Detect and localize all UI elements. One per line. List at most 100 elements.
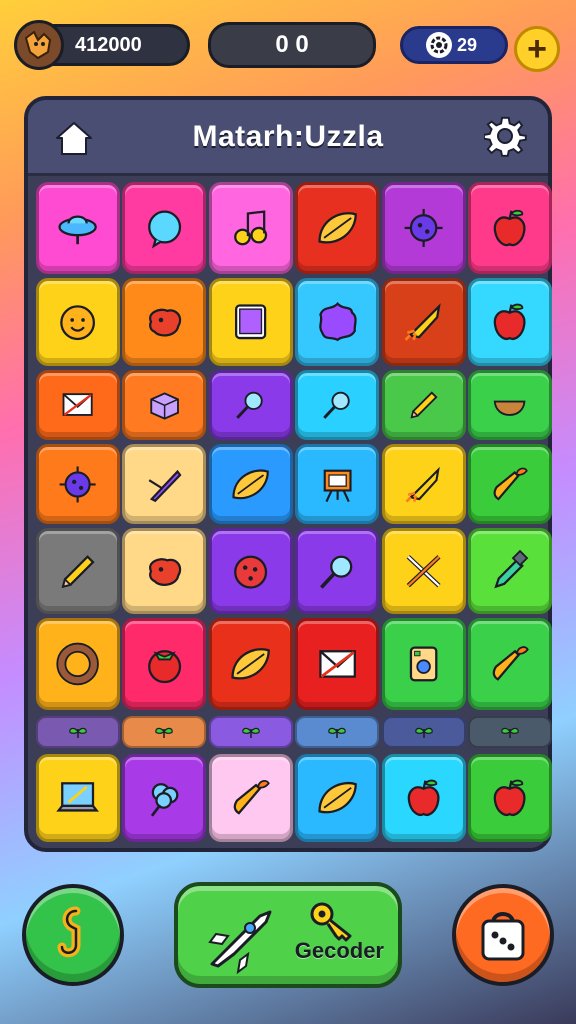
tile-apple[interactable] (468, 754, 552, 842)
game-title: Matarh:Uzzla (192, 120, 384, 153)
gear-icon (483, 116, 527, 157)
add-currency-button[interactable]: + (514, 26, 560, 72)
bubble-icon (147, 210, 181, 249)
apple-icon (494, 303, 526, 341)
envelope-icon (62, 393, 94, 417)
tile-carrot[interactable] (468, 618, 552, 710)
tile-tablet[interactable] (208, 278, 293, 366)
carrot-icon (493, 646, 530, 681)
tile-tomato[interactable] (122, 618, 207, 710)
tile-splat[interactable] (295, 278, 380, 366)
tile-blob[interactable] (122, 278, 207, 366)
strip-tile[interactable] (36, 716, 120, 748)
tile-apple[interactable] (381, 754, 466, 842)
leaf-icon (317, 212, 357, 244)
tile-music-note[interactable] (208, 182, 293, 274)
tile-donut[interactable] (36, 618, 120, 710)
tile-magnifier[interactable] (208, 370, 293, 440)
tile-rocket[interactable] (381, 444, 466, 524)
tile-bubble[interactable] (122, 182, 207, 274)
top-hud: 412000 0 0 29 + (0, 20, 576, 72)
gems-value: 29 (457, 34, 478, 55)
tile-bowl[interactable] (468, 370, 552, 440)
settings-button[interactable] (483, 116, 528, 160)
tile-apple[interactable] (468, 278, 552, 366)
music-note-icon (234, 210, 268, 246)
coins-value: 412000 (75, 33, 142, 56)
tile-smiley[interactable] (36, 278, 120, 366)
plus-label: + (527, 30, 547, 68)
tile-blob[interactable] (122, 528, 207, 614)
tile-knife[interactable] (122, 444, 207, 524)
tile-virus[interactable] (381, 182, 466, 274)
tile-ufo[interactable] (36, 182, 120, 274)
tile-easel[interactable] (295, 444, 380, 524)
strip-tile[interactable] (122, 716, 207, 748)
easel-icon (323, 469, 352, 502)
knife-icon (148, 469, 182, 502)
pencil-icon (61, 554, 95, 588)
tile-tools[interactable] (381, 528, 466, 614)
sprout-icon (242, 727, 260, 738)
apple-icon (494, 209, 526, 247)
tile-magnifier[interactable] (295, 528, 380, 614)
tile-magnifier[interactable] (295, 370, 380, 440)
tile-device[interactable] (381, 618, 466, 710)
tile-leaf[interactable] (208, 618, 293, 710)
tablet-icon (235, 304, 267, 340)
strip-tile[interactable] (468, 716, 552, 748)
tile-leaf[interactable] (208, 444, 293, 524)
sprout-icon (328, 727, 346, 738)
blob-icon (148, 308, 181, 337)
sprout-icon (155, 727, 174, 738)
ufo-icon (58, 215, 98, 245)
donut-icon (56, 642, 100, 686)
hook-icon (57, 906, 81, 958)
rocket-icon (405, 466, 440, 503)
score-display: 0 0 (208, 22, 376, 68)
carrot-icon (493, 467, 529, 500)
tile-pencil[interactable] (36, 528, 120, 614)
tile-pencil[interactable] (381, 370, 466, 440)
booster-button[interactable]: Gecoder (174, 882, 402, 988)
tile-cotton-candy[interactable] (122, 754, 207, 842)
score-value: 0 0 (275, 31, 309, 58)
tile-carrot[interactable] (468, 444, 552, 524)
strip-tile[interactable] (295, 716, 380, 748)
tile-marker[interactable] (468, 528, 552, 614)
leaf-icon (317, 782, 357, 814)
magnifier-icon (322, 392, 350, 420)
booster-label: Gecoder (294, 938, 384, 963)
berry-icon (234, 555, 268, 589)
tile-apple[interactable] (468, 182, 552, 274)
strip-tile[interactable] (208, 716, 293, 748)
board-header: Matarh:Uzzla (28, 100, 548, 176)
pencil-icon (410, 391, 438, 419)
tile-rocket[interactable] (381, 278, 466, 366)
leaf-icon (232, 469, 270, 499)
shopping-bag-icon (481, 912, 525, 961)
tile-virus[interactable] (36, 444, 120, 524)
splat-icon (318, 302, 357, 342)
laptop-icon (56, 782, 100, 812)
gem-icon (426, 32, 452, 58)
tile-envelope[interactable] (295, 618, 380, 710)
tile-carrot[interactable] (208, 754, 293, 842)
rocket-icon (208, 910, 272, 974)
tile-box[interactable] (122, 370, 207, 440)
carrot-icon (233, 780, 270, 815)
apple-icon (494, 779, 526, 817)
tile-berry[interactable] (208, 528, 293, 614)
shop-button[interactable] (452, 884, 554, 986)
player-avatar[interactable] (14, 20, 64, 70)
tile-leaf[interactable] (295, 754, 380, 842)
hint-button[interactable] (22, 884, 124, 986)
rocket-icon (404, 303, 441, 342)
cotton-candy-icon (150, 783, 179, 817)
tile-leaf[interactable] (295, 182, 380, 274)
strip-tile[interactable] (381, 716, 466, 748)
tile-laptop[interactable] (36, 754, 120, 842)
sprout-icon (501, 727, 519, 738)
box-icon (150, 392, 179, 421)
tile-envelope[interactable] (36, 370, 120, 440)
